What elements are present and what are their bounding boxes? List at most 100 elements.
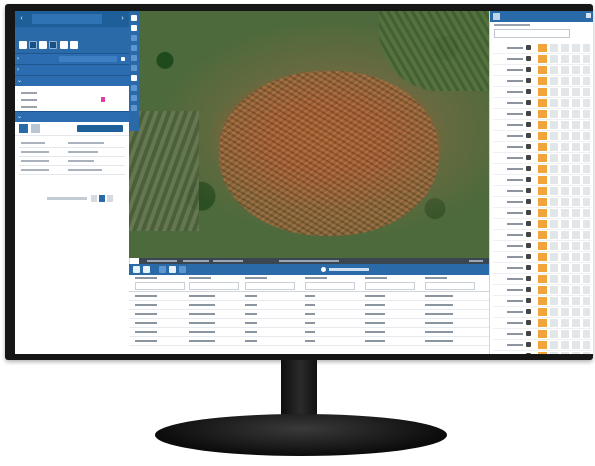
section-header[interactable]: ⌄ [15,75,129,86]
table-row[interactable] [129,337,489,346]
layer-visibility-toggle[interactable] [538,231,547,239]
page-button[interactable] [99,195,105,202]
column-filter-input[interactable] [305,282,355,290]
layer-option-toggle[interactable] [550,99,558,107]
column-header[interactable] [135,277,157,279]
layer-option-toggle[interactable] [550,341,558,349]
table-row[interactable] [129,319,489,328]
layer-option-toggle[interactable] [583,319,590,327]
layer-option-toggle[interactable] [561,231,569,239]
layer-row[interactable] [493,340,591,351]
table-row[interactable] [19,156,125,166]
layer-option-toggle[interactable] [561,44,569,52]
layer-option-toggle[interactable] [561,253,569,261]
layer-option-toggle[interactable] [572,297,580,305]
layer-select[interactable] [494,29,570,38]
layer-option-toggle[interactable] [550,264,558,272]
layer-visibility-toggle[interactable] [538,220,547,228]
layer-option-toggle[interactable] [583,154,590,162]
layer-option-toggle[interactable] [583,132,590,140]
layer-row[interactable] [493,87,591,98]
layer-option-toggle[interactable] [572,44,580,52]
layer-option-toggle[interactable] [583,198,590,206]
section-value-field[interactable] [59,56,117,62]
layer-option-toggle[interactable] [550,88,558,96]
layer-option-toggle[interactable] [583,330,590,338]
column-header[interactable] [365,277,387,279]
layer-option-toggle[interactable] [583,66,590,74]
color-swatch[interactable] [101,97,105,102]
layer-option-toggle[interactable] [583,187,590,195]
layer-option-toggle[interactable] [550,187,558,195]
delete-icon[interactable] [31,124,41,133]
column-header[interactable] [245,277,267,279]
layer-option-toggle[interactable] [561,330,569,338]
layer-option-toggle[interactable] [583,55,590,63]
layer-option-toggle[interactable] [572,66,580,74]
layer-option-toggle[interactable] [561,121,569,129]
table-row[interactable] [19,147,125,157]
table-row[interactable] [129,310,489,319]
layer-row[interactable] [493,241,591,252]
layer-option-toggle[interactable] [583,231,590,239]
prev-page-button[interactable] [91,195,97,202]
layer-option-toggle[interactable] [550,154,558,162]
layer-option-toggle[interactable] [561,77,569,85]
layer-option-toggle[interactable] [561,209,569,217]
layer-option-toggle[interactable] [572,286,580,294]
layer-option-toggle[interactable] [572,165,580,173]
tool-button[interactable] [49,41,58,49]
layer-option-toggle[interactable] [572,110,580,118]
layer-visibility-toggle[interactable] [538,55,547,63]
layer-option-toggle[interactable] [583,121,590,129]
layer-row[interactable] [493,54,591,65]
layer-option-toggle[interactable] [550,297,558,305]
layer-option-toggle[interactable] [550,352,558,354]
column-filter-input[interactable] [425,282,475,290]
pan-icon[interactable] [131,35,137,41]
layer-option-toggle[interactable] [550,330,558,338]
table-row[interactable] [129,301,489,310]
layer-option-toggle[interactable] [583,88,590,96]
layer-option-toggle[interactable] [550,319,558,327]
layer-option-toggle[interactable] [561,132,569,140]
layer-visibility-toggle[interactable] [538,341,547,349]
table-row[interactable] [129,328,489,337]
layer-visibility-toggle[interactable] [538,154,547,162]
fullscreen-icon[interactable] [131,105,137,111]
layer-option-toggle[interactable] [583,341,590,349]
layer-option-toggle[interactable] [550,110,558,118]
layer-option-toggle[interactable] [572,187,580,195]
layer-option-toggle[interactable] [583,77,590,85]
column-filter-input[interactable] [135,282,185,290]
layer-option-toggle[interactable] [561,319,569,327]
layer-visibility-toggle[interactable] [538,253,547,261]
layer-row[interactable] [493,351,591,354]
layer-option-toggle[interactable] [561,286,569,294]
layer-row[interactable] [493,120,591,131]
zoom-in-icon[interactable] [131,15,137,21]
chevron-right-icon[interactable]: › [118,14,127,24]
layer-option-toggle[interactable] [583,143,590,151]
layer-row[interactable] [493,318,591,329]
layer-option-toggle[interactable] [583,110,590,118]
map-view[interactable] [129,11,489,258]
layer-option-toggle[interactable] [561,176,569,184]
layer-row[interactable] [493,164,591,175]
layer-visibility-toggle[interactable] [538,143,547,151]
layer-visibility-toggle[interactable] [538,121,547,129]
layer-visibility-toggle[interactable] [538,352,547,354]
layer-option-toggle[interactable] [550,286,558,294]
layer-visibility-toggle[interactable] [538,187,547,195]
layer-row[interactable] [493,142,591,153]
layer-option-toggle[interactable] [561,99,569,107]
layer-option-toggle[interactable] [572,231,580,239]
edit-icon[interactable] [19,124,28,133]
layer-option-toggle[interactable] [572,143,580,151]
layer-option-toggle[interactable] [550,176,558,184]
info-icon[interactable] [131,75,137,81]
layer-option-toggle[interactable] [583,253,590,261]
tool-button[interactable] [19,41,27,49]
column-filter-input[interactable] [245,282,295,290]
layer-option-toggle[interactable] [583,308,590,316]
